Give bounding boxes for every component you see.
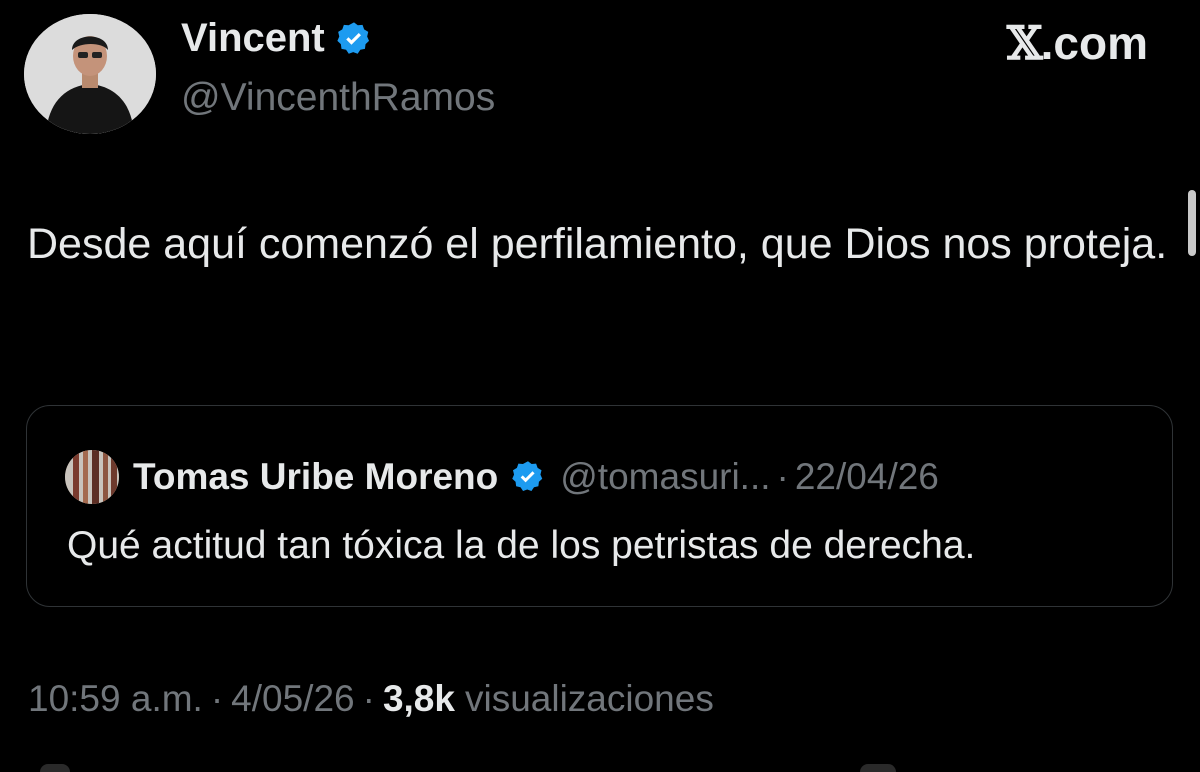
verified-badge-icon [335, 20, 373, 58]
action-bar-edge-left [40, 764, 70, 772]
quoted-tweet-header: Tomas Uribe Moreno @tomasuri... · 22/04/… [65, 450, 939, 504]
quoted-author-avatar[interactable] [65, 450, 119, 504]
quoted-verified-badge-icon [510, 459, 546, 495]
tweet-text: Desde aquí comenzó el perfilamiento, que… [27, 220, 1168, 268]
brand-suffix: .com [1040, 17, 1148, 69]
author-name-row[interactable]: Vincent [181, 16, 373, 61]
quoted-separator: · [776, 456, 789, 497]
avatar-photo [24, 14, 156, 134]
quoted-tweet-card[interactable]: Tomas Uribe Moreno @tomasuri... · 22/04/… [26, 405, 1173, 607]
quoted-tweet-text: Qué actitud tan tóxica la de los petrist… [67, 524, 976, 567]
meta-separator-2: · [362, 678, 375, 719]
author-handle[interactable]: @VincenthRamos [181, 76, 495, 120]
quoted-avatar-photo [65, 450, 119, 504]
quoted-author-handle[interactable]: @tomasuri... [560, 456, 770, 498]
views-label: visualizaciones [464, 678, 714, 719]
x-com-brand: 𝕏 .com [1007, 16, 1148, 70]
meta-separator: · [210, 678, 224, 719]
x-logo-icon: 𝕏 [1006, 16, 1043, 70]
quoted-tweet-date[interactable]: 22/04/26 [795, 456, 939, 498]
author-avatar[interactable] [24, 14, 156, 134]
quoted-author-name[interactable]: Tomas Uribe Moreno [133, 456, 498, 498]
tweet-meta: 10:59 a.m. · 4/05/26 · 3,8k visualizacio… [28, 678, 714, 720]
action-bar-edge-right [860, 764, 896, 772]
views-count: 3,8k [382, 678, 455, 719]
scrollbar[interactable] [1188, 190, 1196, 256]
tweet-card: Vincent @VincenthRamos 𝕏 .com Desde aquí… [0, 0, 1200, 772]
author-display-name[interactable]: Vincent [181, 16, 325, 61]
tweet-date[interactable]: 4/05/26 [231, 678, 354, 720]
tweet-time[interactable]: 10:59 a.m. [28, 678, 203, 720]
